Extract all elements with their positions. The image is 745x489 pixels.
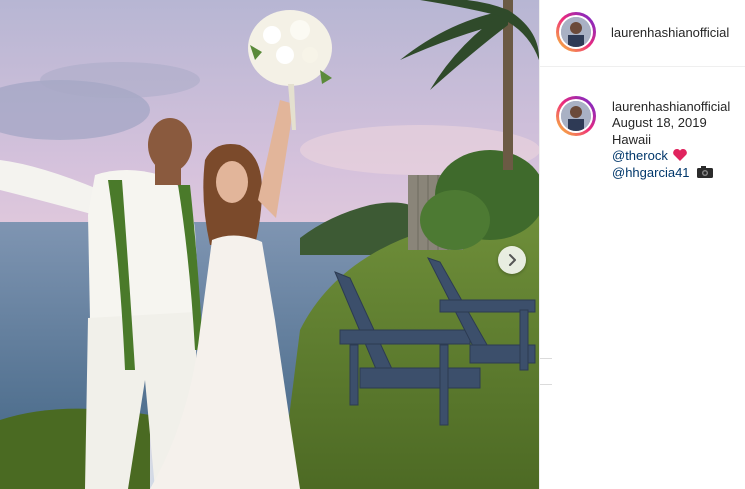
caption-location: Hawaii	[612, 131, 652, 147]
caption-date: August 18, 2019	[612, 115, 707, 130]
chevron-right-icon	[509, 254, 516, 266]
wedding-photo	[0, 0, 539, 489]
red-heart-icon	[672, 148, 687, 161]
post-photo[interactable]	[0, 0, 539, 489]
avatar[interactable]	[556, 12, 596, 52]
post-sidebar: laurenhashianofficial laurenhashianoffic…	[539, 0, 745, 489]
divider	[540, 384, 552, 385]
camera-icon	[696, 165, 713, 178]
header-username[interactable]: laurenhashianofficial	[611, 25, 745, 40]
carousel-next-button[interactable]	[498, 246, 526, 274]
caption-mention-row-1: @therock	[612, 148, 745, 165]
mention-therock[interactable]: @therock	[612, 148, 668, 163]
caption-text: August 18, 2019 Hawaii @therock @hhgarci…	[612, 115, 745, 181]
caption-username[interactable]: laurenhashianofficial	[612, 99, 745, 114]
caption-mention-row-2: @hhgarcia41	[612, 165, 745, 182]
post-header: laurenhashianofficial	[540, 0, 745, 67]
divider	[540, 358, 552, 359]
caption-avatar[interactable]	[556, 96, 596, 136]
mention-hhgarcia41[interactable]: @hhgarcia41	[612, 165, 690, 180]
